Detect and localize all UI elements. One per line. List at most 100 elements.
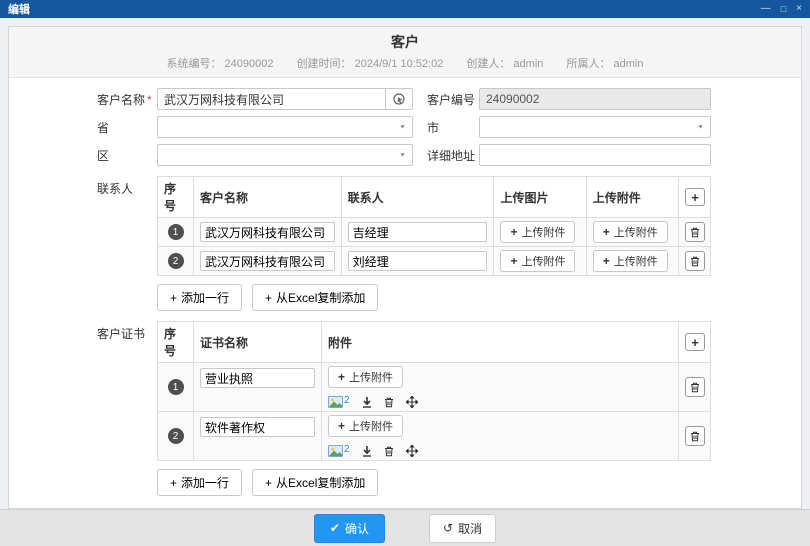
row-number-cell: 1 [157, 217, 194, 247]
move-attachment-button[interactable] [405, 396, 418, 408]
district-select[interactable]: ▼ [157, 144, 413, 166]
created-by: 创建人： admin [466, 58, 544, 70]
col-cert-name: 证书名称 [193, 321, 322, 363]
attachment-thumbnail[interactable]: 2 [328, 445, 350, 457]
contacts-section: 联系人 序号 客户名称 联系人 上传图片 上传附件 + 1 武汉万网科技有限公司… [97, 176, 711, 311]
form-row-district-address: 区 ▼ 详细地址 [97, 144, 711, 166]
titlebar: 编辑 — □ × [0, 0, 810, 18]
district-field: ▼ [157, 144, 413, 166]
attachment-count-badge: 2 [344, 444, 350, 455]
col-no: 序号 [157, 176, 194, 218]
address-input[interactable] [479, 144, 711, 166]
certificates-label: 客户证书 [97, 327, 146, 341]
check-icon: ✔ [329, 521, 340, 535]
chevron-down-icon: ▼ [399, 124, 406, 130]
cert-attachment-cell: + 上传附件 2 [321, 411, 679, 461]
download-attachment-button[interactable] [362, 445, 372, 457]
add-from-excel-button[interactable]: + 从Excel复制添加 [252, 284, 379, 311]
contacts-header-row: 序号 客户名称 联系人 上传图片 上传附件 + [157, 176, 711, 218]
upload-image-button[interactable]: + 上传附件 [500, 250, 576, 272]
owner: 所属人： admin [566, 58, 644, 70]
dialog-footer: ✔ 确认 ↺ 取消 [0, 509, 810, 546]
delete-attachment-button[interactable] [384, 397, 394, 408]
city-select[interactable]: ▼ [479, 116, 711, 138]
contacts-table-wrap: 序号 客户名称 联系人 上传图片 上传附件 + 1 武汉万网科技有限公司 吉经理… [157, 176, 711, 311]
upload-image-button[interactable]: + 上传附件 [500, 221, 576, 243]
add-from-excel-button[interactable]: + 从Excel复制添加 [252, 469, 379, 496]
certificates-table: 序号 证书名称 附件 + 1 +上传附件 [157, 321, 711, 461]
province-label: 省 [97, 120, 110, 135]
customer-code-label: 客户编号 [427, 92, 476, 107]
col-attachment: 附件 [321, 321, 679, 363]
plus-icon: + [170, 475, 178, 490]
attachment-toolbar: 2 [328, 396, 672, 408]
upload-attachment-button[interactable]: + 上传附件 [328, 366, 404, 388]
contacts-table: 序号 客户名称 联系人 上传图片 上传附件 + 1 武汉万网科技有限公司 吉经理… [157, 176, 711, 276]
plus-icon: + [170, 290, 178, 305]
delete-attachment-button[interactable] [384, 446, 394, 457]
download-icon [362, 396, 371, 408]
cert-name-input[interactable] [200, 417, 315, 437]
upload-attachment-button[interactable]: + 上传附件 [328, 415, 404, 437]
trash-icon [384, 446, 393, 456]
record-meta: 系统编号： 24090002 创建时间： 2024/9/1 10:52:02 创… [9, 55, 801, 71]
add-column-row-button[interactable]: + [685, 188, 705, 206]
trash-icon [691, 382, 699, 392]
customer-picker-button[interactable] [386, 88, 413, 110]
created-time: 创建时间： 2024/9/1 10:52:02 [296, 58, 444, 70]
row-number-badge: 2 [167, 428, 184, 445]
add-row-button[interactable]: + 添加一行 [157, 284, 243, 311]
panel-header: 客户 系统编号： 24090002 创建时间： 2024/9/1 10:52:0… [9, 27, 801, 78]
address-field [479, 144, 711, 166]
maximize-icon[interactable]: □ [781, 0, 786, 18]
attachment-thumbnail[interactable]: 2 [328, 396, 350, 408]
delete-row-button[interactable] [685, 251, 705, 271]
trash-icon [384, 397, 393, 407]
attachment-toolbar: 2 [328, 445, 672, 457]
plus-icon: + [338, 419, 346, 433]
move-icon [405, 396, 418, 408]
form-body: 客户名称* 客户编号 [9, 78, 801, 508]
delete-row-button[interactable] [685, 222, 705, 242]
contacts-add-column-cell: + [678, 176, 711, 218]
certificates-header-row: 序号 证书名称 附件 + [157, 321, 711, 363]
customer-name-field [157, 88, 413, 110]
plus-icon: + [510, 225, 518, 239]
add-row-button[interactable]: + 添加一行 [157, 469, 243, 496]
delete-row-button[interactable] [685, 377, 705, 397]
customer-code-input [479, 88, 711, 110]
upload-attachment-button[interactable]: + 上传附件 [592, 221, 668, 243]
customer-name-input[interactable] [157, 88, 386, 110]
minimize-icon[interactable]: — [761, 0, 771, 18]
plus-icon: + [510, 254, 518, 268]
move-attachment-button[interactable] [405, 445, 418, 457]
cancel-button[interactable]: ↺ 取消 [429, 513, 497, 543]
form-row-province-city: 省 ▼ 市 ▼ [97, 116, 711, 138]
contact-person-input[interactable] [347, 251, 488, 271]
delete-row-button[interactable] [685, 426, 705, 446]
contact-customer-input[interactable] [200, 251, 335, 271]
cert-name-input[interactable] [200, 368, 315, 388]
row-number-badge: 1 [167, 224, 184, 241]
contacts-actions: + 添加一行 + 从Excel复制添加 [157, 284, 711, 311]
col-contact: 联系人 [340, 176, 495, 218]
add-column-row-button[interactable]: + [685, 333, 705, 351]
close-icon[interactable]: × [796, 0, 802, 18]
customer-name-label: 客户名称 * [97, 92, 152, 107]
province-select[interactable]: ▼ [157, 116, 413, 138]
col-upload-attachment: 上传附件 [585, 176, 680, 218]
customer-name-group [157, 88, 413, 110]
certificates-section: 客户证书 序号 证书名称 附件 + 1 营业执照 + 上传附件 2 2 软件著作… [97, 321, 711, 496]
customer-form-panel: 客户 系统编号： 24090002 创建时间： 2024/9/1 10:52:0… [8, 26, 802, 509]
download-attachment-button[interactable] [362, 396, 372, 408]
contact-person-input[interactable] [347, 222, 488, 242]
confirm-button[interactable]: ✔ 确认 [313, 513, 385, 543]
trash-icon [691, 227, 699, 237]
upload-attachment-button[interactable]: + 上传附件 [592, 250, 668, 272]
cert-attachment-cell: + 上传附件 2 [321, 362, 679, 412]
attachment-count-badge: 2 [344, 395, 350, 406]
table-row: 2 +上传附件 +上传附件 [157, 246, 711, 276]
certificates-add-column-cell: + [678, 321, 711, 363]
contact-customer-input[interactable] [200, 222, 335, 242]
row-number-cell: 1 [157, 362, 194, 412]
